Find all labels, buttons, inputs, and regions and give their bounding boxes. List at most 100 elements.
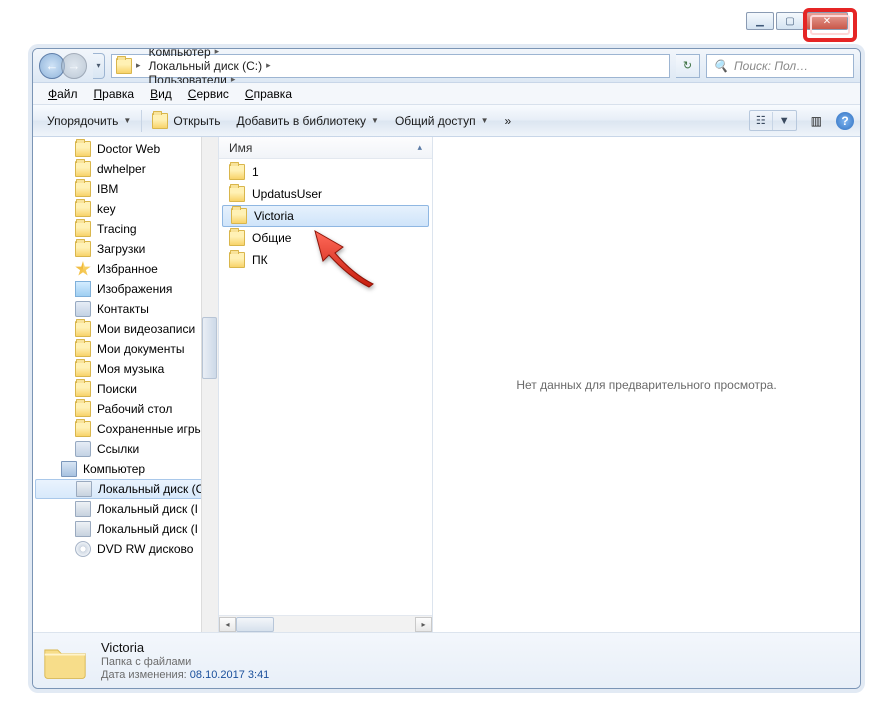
- view-drop[interactable]: ▼: [772, 112, 796, 130]
- details-pane: Victoria Папка с файлами Дата изменения:…: [33, 632, 860, 688]
- folder-icon: [75, 161, 91, 177]
- breadcrumb-segment[interactable]: Локальный диск (C:) ▸: [145, 59, 275, 73]
- file-item[interactable]: Общие: [219, 227, 432, 249]
- open-label: Открыть: [173, 114, 220, 128]
- sidebar-item-label: Локальный диск (I: [97, 522, 198, 536]
- file-list: 1 UpdatusUser Victoria Общие ПК: [219, 159, 432, 615]
- drive-icon: [75, 521, 91, 537]
- sidebar-item[interactable]: Мои документы: [33, 339, 218, 359]
- star-icon: [75, 261, 91, 277]
- sidebar-item[interactable]: Doctor Web: [33, 139, 218, 159]
- link-icon: [75, 301, 91, 317]
- search-box[interactable]: 🔍 Поиск: Пол…: [706, 54, 854, 78]
- body-split: Doctor WebdwhelperIBMkeyTracingЗагрузкиИ…: [33, 137, 860, 632]
- sidebar-item[interactable]: Поиски: [33, 379, 218, 399]
- help-button[interactable]: ?: [836, 112, 854, 130]
- address-bar[interactable]: ▸ Компьютер ▸Локальный диск (C:) ▸Пользо…: [111, 54, 670, 78]
- nav-history-dropdown[interactable]: ▾: [93, 53, 105, 79]
- preview-pane-toggle[interactable]: ▥: [803, 110, 830, 132]
- sidebar-item[interactable]: Рабочий стол: [33, 399, 218, 419]
- search-icon: 🔍: [713, 59, 728, 73]
- hscroll-thumb[interactable]: [236, 617, 274, 632]
- details-text: Victoria Папка с файлами Дата изменения:…: [101, 640, 269, 681]
- sidebar-item[interactable]: Мои видеозаписи: [33, 319, 218, 339]
- details-type: Папка с файлами: [101, 656, 269, 668]
- share-button[interactable]: Общий доступ▼: [387, 110, 497, 132]
- sidebar-item[interactable]: Моя музыка: [33, 359, 218, 379]
- maximize-button[interactable]: ▢: [776, 12, 804, 30]
- sidebar-item-label: Ссылки: [97, 442, 139, 456]
- sidebar-item-label: Локальный диск (I: [97, 502, 198, 516]
- toolbar-overflow[interactable]: »: [496, 110, 519, 132]
- menu-справка[interactable]: Справка: [238, 85, 299, 103]
- add-to-library-button[interactable]: Добавить в библиотеку▼: [228, 110, 386, 132]
- sidebar-item[interactable]: Контакты: [33, 299, 218, 319]
- minimize-button[interactable]: ▁: [746, 12, 774, 30]
- hscroll-right[interactable]: ▸: [415, 617, 432, 632]
- navigation-sidebar: Doctor WebdwhelperIBMkeyTracingЗагрузкиИ…: [33, 137, 219, 632]
- sidebar-scrollbar[interactable]: [201, 137, 218, 632]
- folder-icon: [231, 208, 247, 224]
- sidebar-item[interactable]: Избранное: [33, 259, 218, 279]
- hscroll-track[interactable]: [236, 617, 415, 632]
- view-icon: ☷: [750, 111, 772, 130]
- close-button[interactable]: ✕: [806, 12, 848, 30]
- sidebar-item-label: Рабочий стол: [97, 402, 172, 416]
- sidebar-item[interactable]: Сохраненные игры: [33, 419, 218, 439]
- sidebar-item[interactable]: Загрузки: [33, 239, 218, 259]
- forward-button[interactable]: →: [61, 53, 87, 79]
- pic-icon: [75, 281, 91, 297]
- nav-buttons: ← →: [39, 53, 87, 79]
- file-item[interactable]: UpdatusUser: [219, 183, 432, 205]
- refresh-button[interactable]: ↻: [676, 54, 700, 78]
- menu-сервис[interactable]: Сервис: [181, 85, 236, 103]
- sidebar-item[interactable]: key: [33, 199, 218, 219]
- location-icon: [116, 58, 132, 74]
- search-placeholder: Поиск: Пол…: [734, 59, 808, 73]
- sidebar-item[interactable]: Tracing: [33, 219, 218, 239]
- file-item[interactable]: Victoria: [222, 205, 429, 227]
- sidebar-item[interactable]: Локальный диск (I: [33, 519, 218, 539]
- sidebar-item[interactable]: Компьютер: [33, 459, 218, 479]
- sidebar-item-label: Сохраненные игры: [97, 422, 203, 436]
- file-item[interactable]: 1: [219, 161, 432, 183]
- open-icon: [152, 113, 168, 129]
- sidebar-item-label: Моя музыка: [97, 362, 164, 376]
- folder-icon: [75, 201, 91, 217]
- menu-файл[interactable]: Файл: [41, 85, 85, 103]
- sidebar-item-label: DVD RW дисково: [97, 542, 193, 556]
- sidebar-item[interactable]: IBM: [33, 179, 218, 199]
- breadcrumb-root-drop[interactable]: ▸: [132, 60, 145, 71]
- sidebar-item-label: dwhelper: [97, 162, 146, 176]
- open-button[interactable]: Открыть: [144, 109, 228, 133]
- view-mode-button[interactable]: ☷ ▼: [749, 110, 797, 131]
- toolbar-right: ☷ ▼ ▥ ?: [749, 110, 854, 132]
- organize-label: Упорядочить: [47, 114, 118, 128]
- sidebar-item-label: Компьютер: [83, 462, 145, 476]
- organize-button[interactable]: Упорядочить▼: [39, 110, 139, 132]
- sidebar-item[interactable]: Изображения: [33, 279, 218, 299]
- sidebar-item[interactable]: Ссылки: [33, 439, 218, 459]
- file-hscrollbar[interactable]: ◂ ▸: [219, 615, 432, 632]
- column-header-name[interactable]: Имя ▴: [219, 137, 432, 159]
- breadcrumb-segment[interactable]: Компьютер ▸: [145, 48, 275, 59]
- window-titlebar-controls: ▁ ▢ ✕: [746, 12, 848, 30]
- sidebar-item-label: Мои видеозаписи: [97, 322, 195, 336]
- file-name: UpdatusUser: [252, 187, 322, 201]
- sidebar-item[interactable]: Локальный диск (I: [33, 499, 218, 519]
- folder-icon: [229, 164, 245, 180]
- details-modified: Дата изменения: 08.10.2017 3:41: [101, 669, 269, 681]
- menu-вид[interactable]: Вид: [143, 85, 179, 103]
- menu-правка[interactable]: Правка: [87, 85, 142, 103]
- folder-icon: [75, 241, 91, 257]
- breadcrumb-label: Локальный диск (C:): [149, 59, 263, 73]
- hscroll-left[interactable]: ◂: [219, 617, 236, 632]
- folder-icon: [229, 230, 245, 246]
- sidebar-item[interactable]: Локальный диск (C: [35, 479, 216, 499]
- file-item[interactable]: ПК: [219, 249, 432, 271]
- sidebar-scroll-thumb[interactable]: [202, 317, 217, 379]
- file-name: Общие: [252, 231, 291, 245]
- sidebar-item[interactable]: dwhelper: [33, 159, 218, 179]
- file-name: Victoria: [254, 209, 294, 223]
- sidebar-item[interactable]: DVD RW дисково: [33, 539, 218, 559]
